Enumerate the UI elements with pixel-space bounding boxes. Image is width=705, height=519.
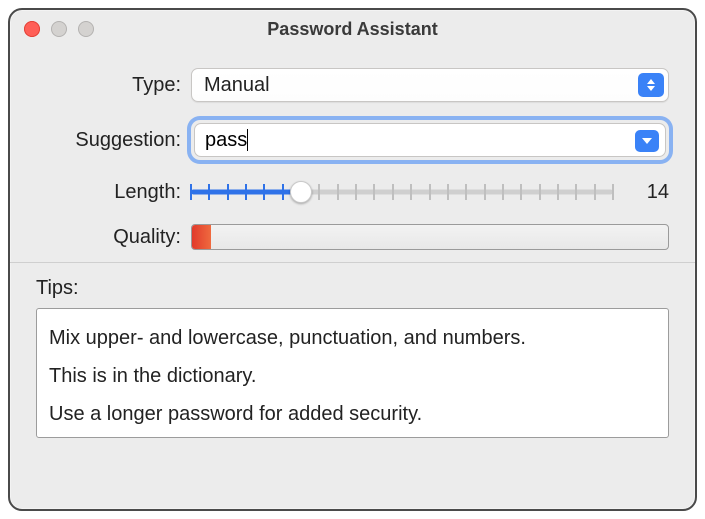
tips-section: Tips: Mix upper- and lowercase, punctuat… — [10, 262, 695, 438]
slider-tick — [502, 184, 504, 200]
slider-tick — [429, 184, 431, 200]
updown-icon — [638, 73, 664, 97]
minimize-icon[interactable] — [51, 21, 67, 37]
slider-knob[interactable] — [290, 181, 312, 203]
slider-tick — [447, 184, 449, 200]
quality-row: Quality: — [36, 224, 669, 250]
type-row: Type: Manual — [36, 68, 669, 102]
tips-box: Mix upper- and lowercase, punctuation, a… — [36, 308, 669, 438]
length-row: Length: 14 — [36, 178, 669, 206]
slider-tick — [612, 184, 614, 200]
text-caret — [247, 129, 248, 151]
chevron-down-icon[interactable] — [635, 130, 659, 152]
close-icon[interactable] — [24, 21, 40, 37]
slider-tick — [539, 184, 541, 200]
tips-label: Tips: — [36, 277, 669, 300]
quality-fill — [192, 225, 211, 249]
length-label: Length: — [36, 181, 191, 204]
slider-tick — [575, 184, 577, 200]
type-selected-value: Manual — [204, 74, 270, 97]
suggestion-combobox[interactable]: pass — [194, 123, 666, 157]
slider-tick — [227, 184, 229, 200]
type-label: Type: — [36, 74, 191, 97]
type-select[interactable]: Manual — [191, 68, 669, 102]
length-value: 14 — [631, 181, 669, 204]
window-controls — [24, 21, 94, 37]
quality-meter — [191, 224, 669, 250]
slider-tick — [373, 184, 375, 200]
tip-line: Use a longer password for added security… — [49, 395, 656, 433]
slider-tick — [282, 184, 284, 200]
slider-tick — [392, 184, 394, 200]
slider-tick — [355, 184, 357, 200]
slider-tick — [594, 184, 596, 200]
slider-tick — [318, 184, 320, 200]
slider-tick — [190, 184, 192, 200]
suggestion-value: pass — [205, 129, 247, 152]
slider-tick — [410, 184, 412, 200]
suggestion-row: Suggestion: pass — [36, 120, 669, 160]
slider-tick — [245, 184, 247, 200]
form-area: Type: Manual Suggestion: pass Leng — [10, 48, 695, 250]
tip-line: This is in the dictionary. — [49, 357, 656, 395]
titlebar: Password Assistant — [10, 10, 695, 48]
slider-tick — [208, 184, 210, 200]
password-assistant-window: Password Assistant Type: Manual Suggesti… — [8, 8, 697, 511]
tip-line: Mix upper- and lowercase, punctuation, a… — [49, 319, 656, 357]
slider-tick — [557, 184, 559, 200]
length-slider[interactable] — [191, 178, 613, 206]
zoom-icon[interactable] — [78, 21, 94, 37]
slider-tick — [465, 184, 467, 200]
slider-tick — [484, 184, 486, 200]
slider-tick — [337, 184, 339, 200]
slider-tick — [520, 184, 522, 200]
slider-tick — [263, 184, 265, 200]
suggestion-label: Suggestion: — [36, 129, 191, 152]
suggestion-focus-ring: pass — [191, 120, 669, 160]
quality-label: Quality: — [36, 226, 191, 249]
window-title: Password Assistant — [10, 19, 695, 40]
